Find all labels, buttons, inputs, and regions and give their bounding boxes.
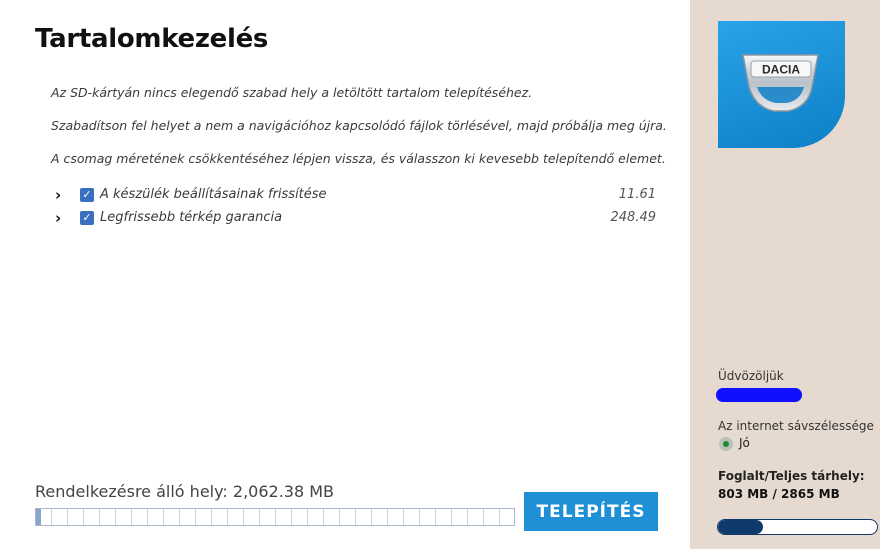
bandwidth-label: Az internet sávszélessége [718,419,874,433]
bandwidth-value: Jó [739,436,750,450]
storage-label: Foglalt/Teljes tárhely: [718,469,865,483]
chevron-right-icon[interactable]: › [55,209,69,229]
status-dot-icon [719,437,733,451]
list-item: › ✓ Legfrissebb térkép garancia 248.49 [55,209,656,229]
item-checkbox[interactable]: ✓ [80,188,94,202]
item-label: Legfrissebb térkép garancia [100,210,283,225]
install-button[interactable]: TELEPÍTÉS [524,492,658,531]
main-panel: Tartalomkezelés Az SD-kártyán nincs eleg… [0,0,690,549]
chevron-right-icon[interactable]: › [55,186,69,206]
message-free-space: Szabadítson fel helyet a nem a navigáció… [51,118,667,133]
item-label: A készülék beállításainak frissítése [100,187,327,202]
message-no-space: Az SD-kártyán nincs elegendő szabad hely… [51,85,533,100]
message-reduce-package: A csomag méretének csökkentéséhez lépjen… [51,151,666,166]
redacted-username [716,388,802,402]
install-progress-bar [35,508,515,526]
storage-value: 803 MB / 2865 MB [718,487,840,501]
logo-text: DACIA [762,63,800,77]
storage-progress-bar [717,519,878,535]
install-progress-fill [36,509,41,525]
available-space-label: Rendelkezésre álló hely: 2,062.38 MB [35,482,334,501]
item-size: 248.49 [610,210,657,225]
dacia-logo: DACIA [718,21,845,148]
storage-progress-fill [718,520,763,534]
welcome-label: Üdvözöljük [718,369,784,383]
item-checkbox[interactable]: ✓ [80,211,94,225]
page-title: Tartalomkezelés [35,24,269,54]
item-size: 11.61 [618,187,656,202]
dacia-emblem-icon: DACIA [742,54,819,112]
list-item: › ✓ A készülék beállításainak frissítése… [55,186,656,206]
